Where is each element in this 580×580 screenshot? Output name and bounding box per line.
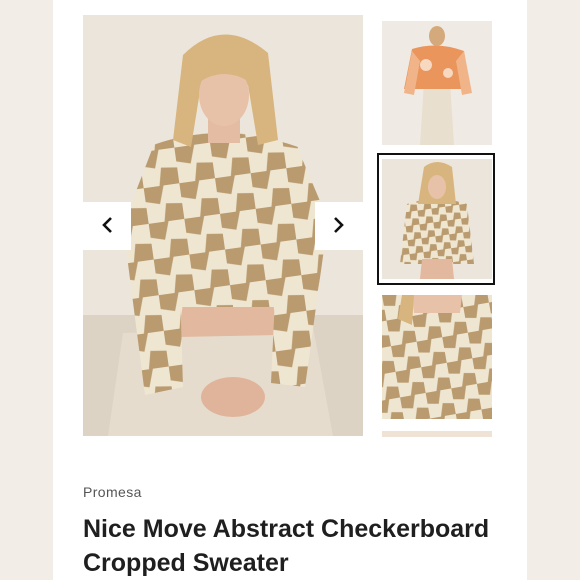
product-title: Nice Move Abstract Checkerboard Cropped … [83, 515, 490, 577]
thumbnail-checkerboard-front[interactable] [382, 159, 492, 279]
chevron-right-icon [332, 216, 346, 237]
thumbnail-orange-sweater[interactable] [382, 21, 492, 145]
chevron-left-icon [100, 216, 114, 237]
previous-image-button[interactable] [83, 202, 131, 250]
thumbnail-partial[interactable] [382, 431, 492, 437]
brand-name[interactable]: Promesa [83, 484, 142, 500]
next-image-button[interactable] [315, 202, 363, 250]
thumbnail-checkerboard-closeup[interactable] [382, 295, 492, 419]
